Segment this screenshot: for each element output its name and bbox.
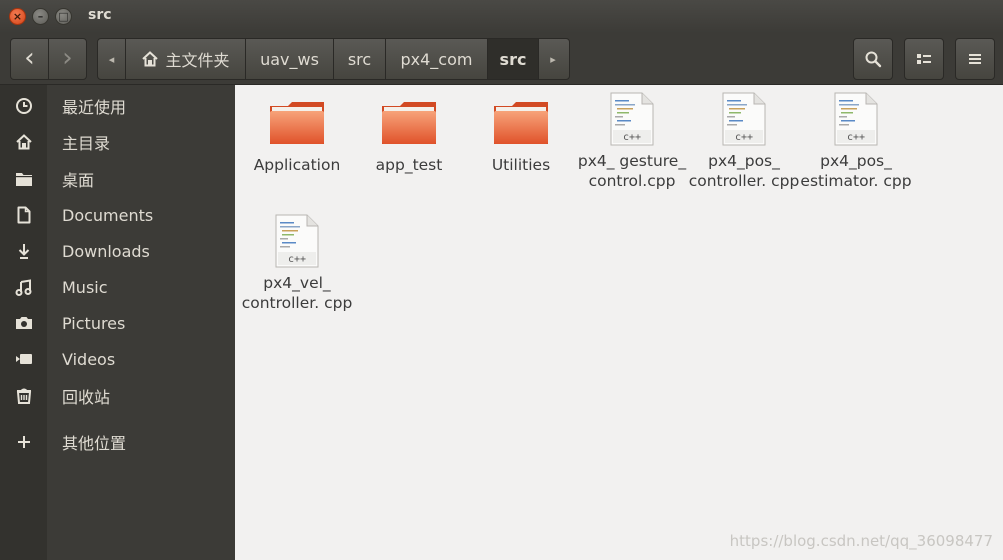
clock-icon [15,98,32,114]
video-icon [15,354,32,364]
back-button[interactable]: ‹ [10,38,49,80]
file-type-label: c++ [735,132,753,143]
breadcrumb-scroll-right[interactable]: ▸ [539,39,567,79]
sidebar-item-trash[interactable]: 回收站 [0,379,235,413]
cpp-file-icon: c++ [722,92,766,146]
search-button[interactable] [853,38,893,80]
sidebar-item-label: Documents [62,205,154,225]
maximize-button[interactable]: □ [55,8,72,25]
sidebar-item-documents[interactable]: Documents [0,198,235,232]
close-icon: × [12,10,23,23]
sidebar: 最近使用 主目录 桌面 Documents Downloads Music Pi… [0,85,235,560]
view-options-button[interactable] [904,38,944,80]
maximize-icon: □ [58,10,69,23]
breadcrumb: ◂ 主文件夹 uav_ws src px4_com src ▸ [97,38,570,80]
toolbar: ‹ › ◂ 主文件夹 uav_ws src px4_com src ▸ [0,33,1003,85]
sidebar-item-recent[interactable]: 最近使用 [0,89,235,123]
file-item-px4-gesture-control[interactable]: c++ px4_ gesture_ control.cpp [576,91,688,191]
minimize-icon: – [37,10,44,23]
trash-icon [16,388,31,404]
sidebar-item-desktop[interactable]: 桌面 [0,162,235,196]
sidebar-item-downloads[interactable]: Downloads [0,234,235,268]
cpp-file-icon: c++ [610,92,654,146]
file-item-name: px4_ gesture_ control.cpp [577,152,687,190]
breadcrumb-scroll-left[interactable]: ◂ [98,39,126,79]
sidebar-item-label: 回收站 [62,388,111,407]
breadcrumb-home[interactable]: 主文件夹 [126,39,246,79]
search-icon [865,51,882,68]
sidebar-item-music[interactable]: Music [0,270,235,304]
sidebar-item-other-locations[interactable]: 其他位置 [0,425,235,459]
sidebar-item-pictures[interactable]: Pictures [0,306,235,340]
breadcrumb-label: 主文件夹 [165,51,230,70]
cpp-file-icon: c++ [275,214,319,268]
file-item-utilities[interactable]: Utilities [465,95,577,175]
breadcrumb-label: uav_ws [260,49,319,69]
close-button[interactable]: × [9,8,26,25]
folder-icon [494,102,548,144]
file-item-app-test[interactable]: app_test [353,95,465,175]
breadcrumb-src-current[interactable]: src [488,39,539,79]
title-bar: × – □ src [0,0,1003,33]
breadcrumb-px4-com[interactable]: px4_com [386,39,488,79]
menu-button[interactable] [955,38,995,80]
arrow-left-icon: ◂ [108,52,115,66]
cpp-file-icon: c++ [834,92,878,146]
file-item-name: px4_pos_ estimator. cpp [800,152,912,190]
file-item-name: Utilities [491,156,551,174]
file-item-px4-pos-controller[interactable]: c++ px4_pos_ controller. cpp [688,91,800,191]
file-item-name: px4_vel_ controller. cpp [241,274,353,312]
window-title: src [88,7,112,23]
sidebar-item-label: 桌面 [62,171,95,190]
chevron-left-icon: ‹ [24,42,35,73]
file-type-label: c++ [847,132,865,143]
breadcrumb-label: px4_com [400,49,473,69]
forward-button[interactable]: › [48,38,87,80]
sidebar-item-label: Downloads [62,241,150,261]
home-icon [15,134,32,150]
sidebar-item-label: Videos [62,349,116,369]
folder-icon [270,102,324,144]
file-type-label: c++ [623,132,641,143]
sidebar-item-label: Pictures [62,313,126,333]
file-item-name: app_test [375,156,443,174]
sidebar-item-label: 最近使用 [62,98,127,117]
sidebar-item-videos[interactable]: Videos [0,342,235,376]
sidebar-item-label: 主目录 [62,134,111,153]
hamburger-icon [969,54,981,64]
document-icon [17,206,30,224]
camera-icon [15,317,32,329]
sidebar-item-label: 其他位置 [62,434,127,453]
watermark: https://blog.csdn.net/qq_36098477 [729,532,993,550]
music-icon [15,279,31,296]
chevron-right-icon: › [62,42,73,73]
breadcrumb-label: src [347,49,372,69]
minimize-button[interactable]: – [32,8,49,25]
breadcrumb-uav-ws[interactable]: uav_ws [246,39,334,79]
list-view-icon [917,54,931,64]
file-item-px4-vel-controller[interactable]: c++ px4_vel_ controller. cpp [241,213,353,313]
file-type-label: c++ [288,254,306,265]
home-icon [142,51,159,67]
file-item-name: Application [253,156,341,174]
file-item-px4-pos-estimator[interactable]: c++ px4_pos_ estimator. cpp [800,91,912,191]
folder-icon [15,173,32,186]
arrow-right-icon: ▸ [550,52,556,66]
breadcrumb-src-parent[interactable]: src [334,39,386,79]
file-item-application[interactable]: Application [241,95,353,175]
plus-icon [17,436,30,448]
sidebar-item-home[interactable]: 主目录 [0,125,235,159]
folder-icon [382,102,436,144]
file-view: Application app_test Utilities c++ px4_ … [235,85,1003,560]
file-item-name: px4_pos_ controller. cpp [688,152,800,190]
breadcrumb-label: src [499,49,527,69]
sidebar-item-label: Music [62,277,108,297]
download-icon [18,244,29,259]
